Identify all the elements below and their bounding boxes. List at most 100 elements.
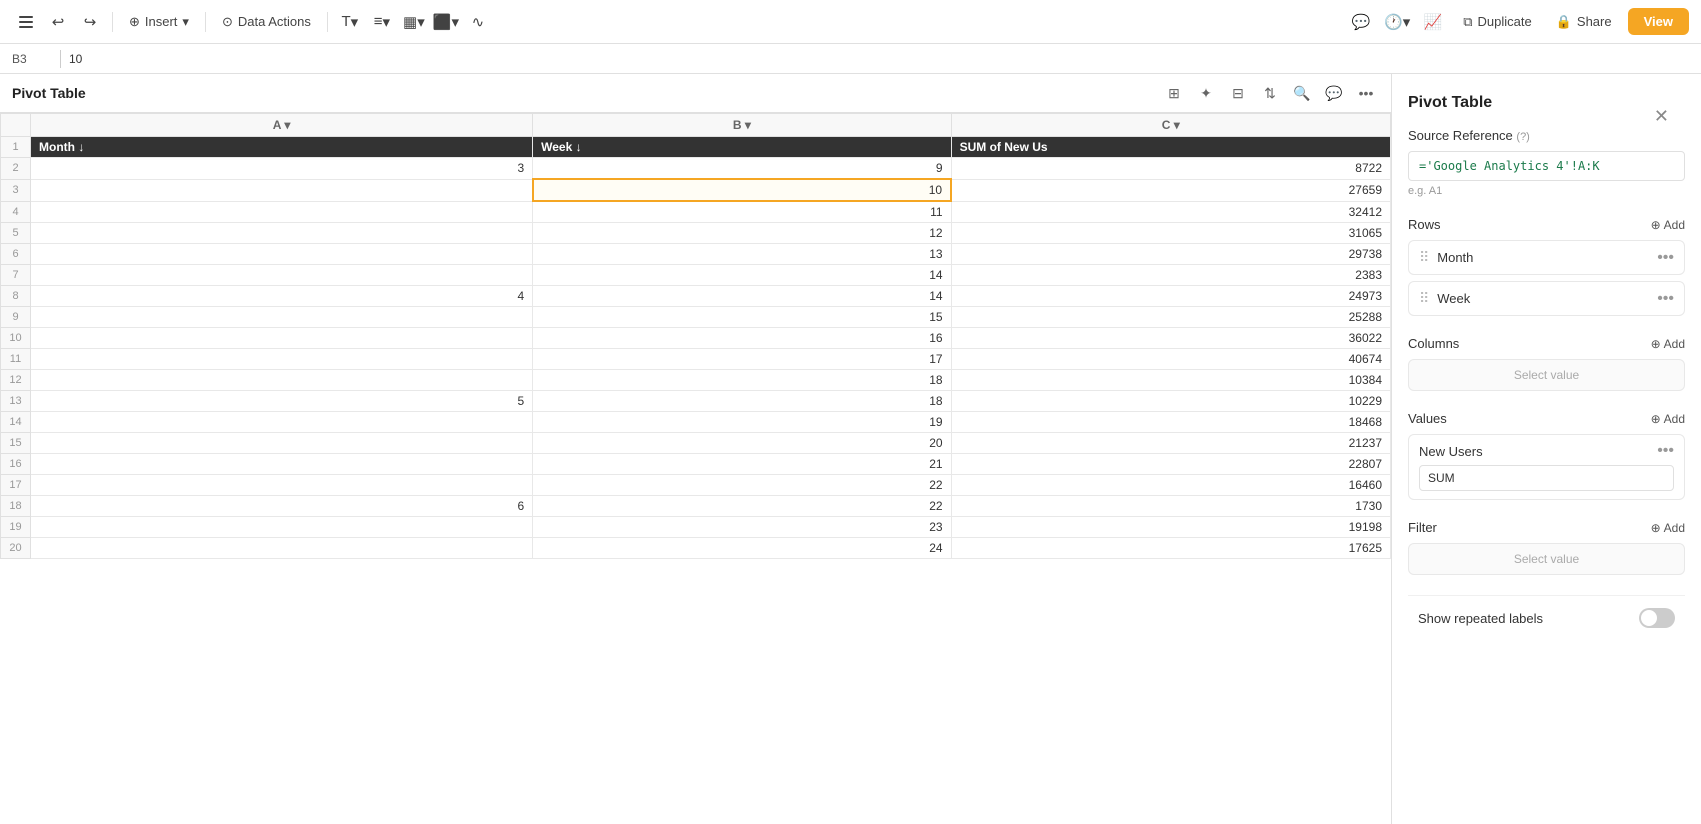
cell-a[interactable] <box>31 307 533 328</box>
cell-a[interactable]: 5 <box>31 391 533 412</box>
aggregate-select[interactable]: SUM COUNT AVERAGE MIN MAX <box>1419 465 1674 491</box>
cell-a[interactable] <box>31 328 533 349</box>
cell-b[interactable]: 18 <box>533 370 951 391</box>
cell-c[interactable]: 24973 <box>951 286 1390 307</box>
cell-b[interactable]: 15 <box>533 307 951 328</box>
close-btn[interactable]: ✕ <box>1654 106 1669 127</box>
col-header-b[interactable]: B ▾ <box>533 114 951 137</box>
chart-btn[interactable]: ⬛▾ <box>432 8 460 36</box>
cell-format-btn[interactable]: ▦▾ <box>400 8 428 36</box>
cell-b[interactable]: 18 <box>533 391 951 412</box>
sparkle-icon-btn[interactable]: ✦ <box>1193 80 1219 106</box>
cell-b[interactable]: 19 <box>533 412 951 433</box>
cell-b[interactable]: 22 <box>533 496 951 517</box>
cell-b[interactable]: 17 <box>533 349 951 370</box>
cell-c[interactable]: 19198 <box>951 517 1390 538</box>
cell-a[interactable] <box>31 265 533 286</box>
value-item-more-btn[interactable]: ••• <box>1657 443 1674 459</box>
align-btn[interactable]: ≡▾ <box>368 8 396 36</box>
filter-add-btn[interactable]: ⊕ Add <box>1651 521 1685 535</box>
cell-c[interactable]: 22807 <box>951 454 1390 475</box>
cell-b[interactable]: 11 <box>533 201 951 223</box>
grid-icon-btn[interactable]: ⊞ <box>1161 80 1187 106</box>
cell-b[interactable]: 23 <box>533 517 951 538</box>
cell-b[interactable]: 21 <box>533 454 951 475</box>
comment-btn[interactable]: 💬 <box>1347 8 1375 36</box>
header-cell[interactable]: Week ↓ <box>533 137 951 158</box>
cell-c[interactable]: 25288 <box>951 307 1390 328</box>
cell-c[interactable]: 17625 <box>951 538 1390 559</box>
cell-b[interactable]: 9 <box>533 158 951 180</box>
search-icon-btn[interactable]: 🔍 <box>1289 80 1315 106</box>
cell-a[interactable] <box>31 179 533 201</box>
cell-b[interactable]: 10 <box>533 179 951 201</box>
undo-btn[interactable]: ↩ <box>44 8 72 36</box>
cell-c[interactable]: 32412 <box>951 201 1390 223</box>
cell-a[interactable] <box>31 454 533 475</box>
cell-a[interactable] <box>31 223 533 244</box>
row-item-month[interactable]: ⠿ Month ••• <box>1408 240 1685 275</box>
cell-c[interactable]: 10229 <box>951 391 1390 412</box>
comment-icon-btn[interactable]: 💬 <box>1321 80 1347 106</box>
col-header-c[interactable]: C ▾ <box>951 114 1390 137</box>
cell-b[interactable]: 24 <box>533 538 951 559</box>
cell-b[interactable]: 13 <box>533 244 951 265</box>
show-repeated-toggle[interactable] <box>1639 608 1675 628</box>
columns-select-placeholder[interactable]: Select value <box>1408 359 1685 391</box>
cell-a[interactable] <box>31 475 533 496</box>
cell-b[interactable]: 20 <box>533 433 951 454</box>
week-more-btn[interactable]: ••• <box>1657 291 1674 307</box>
values-add-btn[interactable]: ⊕ Add <box>1651 412 1685 426</box>
month-more-btn[interactable]: ••• <box>1657 250 1674 266</box>
columns-add-btn[interactable]: ⊕ Add <box>1651 337 1685 351</box>
cell-b[interactable]: 16 <box>533 328 951 349</box>
cell-c[interactable]: 10384 <box>951 370 1390 391</box>
cell-a[interactable] <box>31 517 533 538</box>
cell-b[interactable]: 22 <box>533 475 951 496</box>
share-btn[interactable]: 🔒 Share <box>1548 10 1620 34</box>
data-actions-btn[interactable]: ⊙ Data Actions <box>214 10 319 34</box>
header-cell[interactable]: SUM of New Us <box>951 137 1390 158</box>
text-format-btn[interactable]: T▾ <box>336 8 364 36</box>
duplicate-btn[interactable]: ⧉ Duplicate <box>1455 10 1540 34</box>
view-btn[interactable]: View <box>1628 8 1689 35</box>
cell-a[interactable] <box>31 538 533 559</box>
cell-a[interactable] <box>31 201 533 223</box>
cell-a[interactable] <box>31 370 533 391</box>
cell-c[interactable]: 8722 <box>951 158 1390 180</box>
table-wrapper[interactable]: A ▾ B ▾ C ▾ 1Month ↓Week ↓SUM of New Us2… <box>0 113 1391 819</box>
header-cell[interactable]: Month ↓ <box>31 137 533 158</box>
cell-c[interactable]: 18468 <box>951 412 1390 433</box>
cell-c[interactable]: 36022 <box>951 328 1390 349</box>
cell-a[interactable] <box>31 349 533 370</box>
cell-c[interactable]: 40674 <box>951 349 1390 370</box>
menu-icon-btn[interactable] <box>12 8 40 36</box>
cell-c[interactable]: 31065 <box>951 223 1390 244</box>
cell-b[interactable]: 14 <box>533 265 951 286</box>
cell-c[interactable]: 1730 <box>951 496 1390 517</box>
rows-add-btn[interactable]: ⊕ Add <box>1651 218 1685 232</box>
cell-c[interactable]: 16460 <box>951 475 1390 496</box>
row-item-week[interactable]: ⠿ Week ••• <box>1408 281 1685 316</box>
filter-select-placeholder[interactable]: Select value <box>1408 543 1685 575</box>
redo-btn[interactable]: ↪ <box>76 8 104 36</box>
col-header-a[interactable]: A ▾ <box>31 114 533 137</box>
formula-btn[interactable]: ∿ <box>464 8 492 36</box>
cell-c[interactable]: 29738 <box>951 244 1390 265</box>
cell-a[interactable]: 3 <box>31 158 533 180</box>
trend-btn[interactable]: 📈 <box>1419 8 1447 36</box>
cell-c[interactable]: 2383 <box>951 265 1390 286</box>
cell-a[interactable] <box>31 244 533 265</box>
cell-a[interactable] <box>31 412 533 433</box>
cell-b[interactable]: 12 <box>533 223 951 244</box>
history-btn[interactable]: 🕐▾ <box>1383 8 1411 36</box>
insert-btn[interactable]: ⊕ Insert ▾ <box>121 10 197 34</box>
cell-c[interactable]: 27659 <box>951 179 1390 201</box>
filter-icon-btn[interactable]: ⊟ <box>1225 80 1251 106</box>
cell-a[interactable]: 6 <box>31 496 533 517</box>
sort-icon-btn[interactable]: ⇅ <box>1257 80 1283 106</box>
more-icon-btn[interactable]: ••• <box>1353 80 1379 106</box>
cell-b[interactable]: 14 <box>533 286 951 307</box>
source-input[interactable] <box>1408 151 1685 181</box>
cell-a[interactable] <box>31 433 533 454</box>
